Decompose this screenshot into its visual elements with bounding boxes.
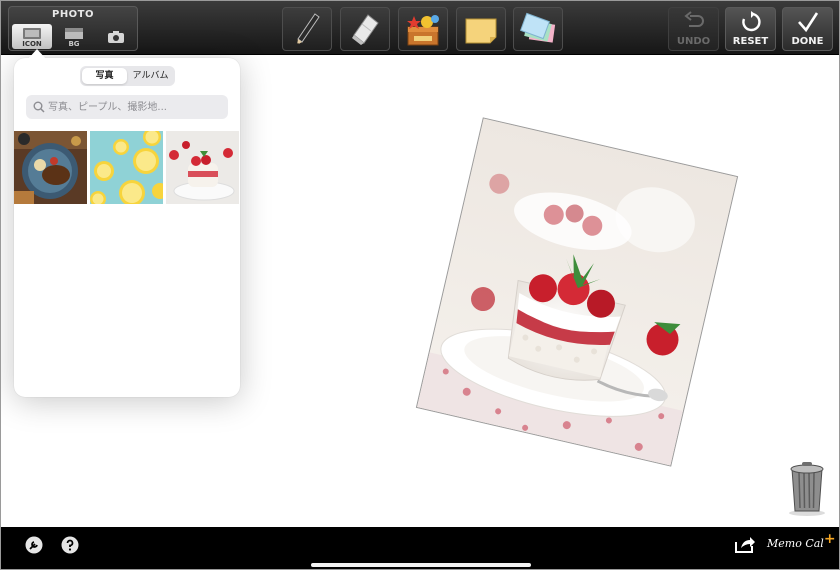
reset-button[interactable]: RESET [725,7,776,51]
reset-icon [742,11,761,32]
canvas-photo[interactable] [417,118,737,466]
done-label: DONE [791,36,824,47]
sticky-note-icon [465,18,497,44]
source-segmented-control: 写真 アルバム [80,66,175,86]
question-icon[interactable] [61,536,79,554]
search-input[interactable] [48,95,224,119]
eraser-icon [352,14,379,45]
bottom-bar: Memo Cal+ [1,527,839,569]
camera-mode-button[interactable] [96,24,136,49]
undo-label: UNDO [676,36,711,47]
strawberry-dessert-photo [417,118,737,466]
thumbnail-lemons[interactable] [90,131,163,204]
trash-can-icon[interactable] [788,459,826,517]
photo-icon [23,28,41,39]
pencil-icon [297,13,320,45]
share-icon[interactable] [734,534,756,554]
checkmark-icon [798,12,819,33]
brand-name: Memo Cal [767,537,824,550]
app-window: PHOTO ICON BG UNDO RESET DONE 写真 アルバム 写真… [0,0,840,570]
background-icon [65,28,83,39]
wrench-icon[interactable] [25,536,43,554]
cards-tool-button[interactable] [513,7,563,51]
undo-icon [684,11,704,27]
photo-mode-group: PHOTO ICON BG [8,6,138,51]
photo-picker-popover: 写真 アルバム [14,49,240,397]
food-plate-image [14,131,87,204]
cards-icon [520,12,556,43]
thumbnail-food-plate[interactable] [14,131,87,204]
thumbnail-strawberry-dessert[interactable] [166,131,239,204]
top-toolbar: PHOTO ICON BG UNDO RESET DONE [1,1,839,55]
search-icon [33,101,45,113]
tab-albums[interactable]: アルバム [128,68,173,84]
popover-arrow [28,49,46,59]
background-mode-button[interactable]: BG [54,24,94,49]
stamp-box-icon [407,15,439,46]
brand-plus: + [823,531,836,547]
icon-mode-label: ICON [22,40,42,48]
pen-tool-button[interactable] [282,7,332,51]
search-bar [26,95,228,119]
undo-button[interactable]: UNDO [668,7,719,51]
app-logo: Memo Cal+ [767,531,836,551]
home-indicator [311,563,531,567]
tab-photos[interactable]: 写真 [82,68,127,84]
strawberry-dessert-image [166,131,239,204]
reset-label: RESET [732,36,769,47]
bg-mode-label: BG [68,40,80,48]
done-button[interactable]: DONE [782,7,833,51]
stamp-tool-button[interactable] [398,7,448,51]
photo-icon-mode-button[interactable]: ICON [12,24,52,49]
lemon-slices-image [90,131,163,204]
note-tool-button[interactable] [456,7,506,51]
photo-group-title: PHOTO [51,9,95,20]
eraser-tool-button[interactable] [340,7,390,51]
camera-icon [108,31,124,43]
